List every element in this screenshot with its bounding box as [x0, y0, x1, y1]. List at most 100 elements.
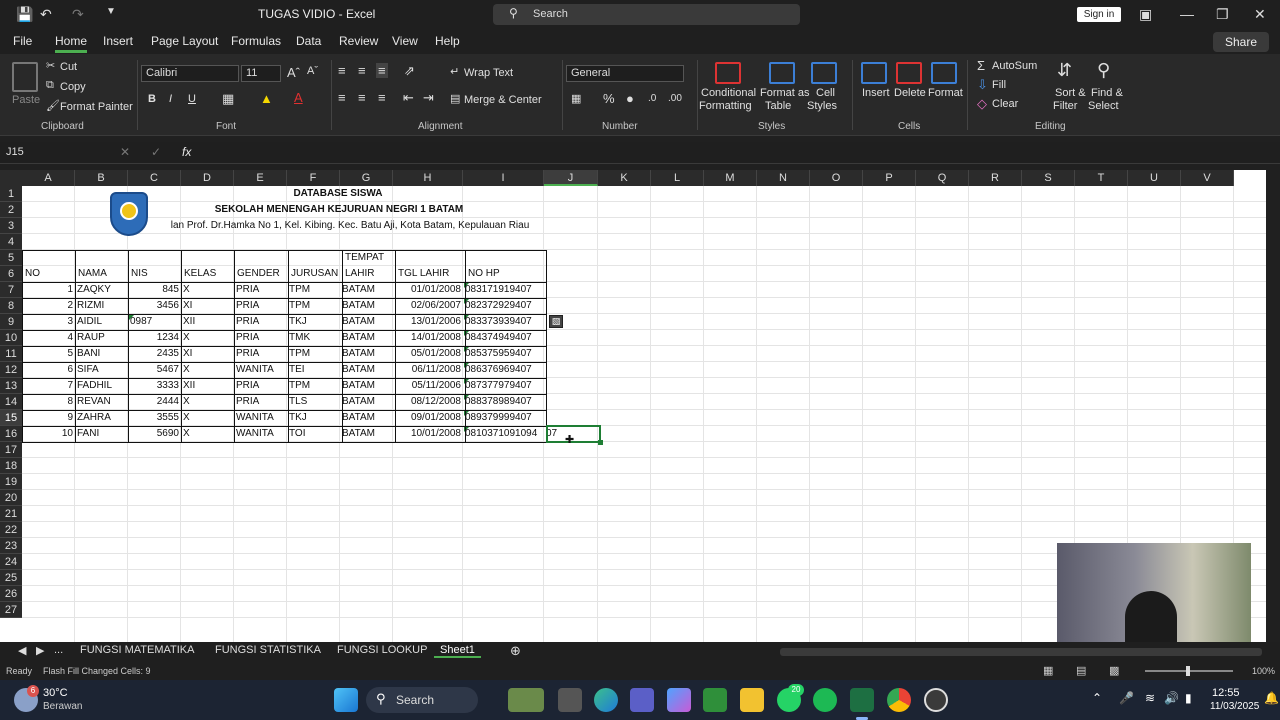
teams-icon[interactable]	[630, 688, 654, 712]
tab-formulas[interactable]: Formulas	[231, 34, 281, 48]
align-bottom-icon[interactable]: ≡	[376, 63, 388, 78]
cell-gender[interactable]: WANITA	[234, 362, 287, 378]
cell-no[interactable]: 10	[22, 426, 75, 442]
row-header[interactable]: 27	[0, 602, 22, 618]
cell-nama[interactable]: FANI	[75, 426, 128, 442]
select-all-corner[interactable]	[0, 170, 22, 186]
borders-icon[interactable]: ▦	[222, 91, 234, 107]
fill-button[interactable]: Fill	[992, 79, 1006, 91]
insert-cells-button[interactable]: Insert	[862, 87, 890, 99]
column-header[interactable]: F	[287, 170, 340, 186]
cell-gender[interactable]: PRIA	[234, 330, 287, 346]
column-header[interactable]: R	[969, 170, 1022, 186]
cell-tgl[interactable]: 01/01/2008	[393, 282, 463, 298]
row-header[interactable]: 8	[0, 298, 22, 314]
cell-hp[interactable]: 0810371091094	[463, 426, 544, 442]
recorder-icon[interactable]	[924, 688, 948, 712]
wrap-text-button[interactable]: Wrap Text	[464, 67, 513, 79]
name-box[interactable]: J15	[3, 144, 89, 162]
chrome-icon[interactable]	[887, 688, 911, 712]
column-header[interactable]: P	[863, 170, 916, 186]
cell-hp[interactable]: 087377979407	[463, 378, 544, 394]
row-header[interactable]: 1	[0, 186, 22, 202]
cell-nis[interactable]: 0987	[128, 314, 181, 330]
cell-hp[interactable]: 088378989407	[463, 394, 544, 410]
increase-indent-icon[interactable]: ⇥	[423, 90, 434, 106]
column-header[interactable]: Q	[916, 170, 969, 186]
edge-icon[interactable]	[594, 688, 618, 712]
cell-nama[interactable]: AIDIL	[75, 314, 128, 330]
save-icon[interactable]: 💾	[16, 6, 33, 23]
cell-gender[interactable]: PRIA	[234, 378, 287, 394]
search-box[interactable]: ⚲ Search	[493, 4, 800, 25]
cell-kelas[interactable]: X	[181, 362, 234, 378]
start-icon[interactable]	[334, 688, 358, 712]
copy-button[interactable]: Copy	[60, 81, 86, 93]
format-cells-button[interactable]: Format	[928, 87, 963, 99]
merge-center-button[interactable]: Merge & Center	[464, 94, 542, 106]
cell-nama[interactable]: RAUP	[75, 330, 128, 346]
row-header[interactable]: 19	[0, 474, 22, 490]
cell-jurusan[interactable]: TPM	[287, 346, 340, 362]
sign-in-button[interactable]: Sign in	[1077, 7, 1121, 22]
column-header[interactable]: O	[810, 170, 863, 186]
cell-nis[interactable]: 3555	[128, 410, 181, 426]
orientation-icon[interactable]: ⇗	[404, 63, 415, 79]
cell-gender[interactable]: WANITA	[234, 410, 287, 426]
insert-function-button[interactable]: fx	[182, 145, 191, 159]
tab-help[interactable]: Help	[435, 34, 460, 48]
tab-view[interactable]: View	[392, 34, 418, 48]
cell-jurusan[interactable]: TPM	[287, 282, 340, 298]
column-header[interactable]: G	[340, 170, 393, 186]
cell-hp[interactable]: 089379999407	[463, 410, 544, 426]
cell-no[interactable]: 4	[22, 330, 75, 346]
cell-nis[interactable]: 845	[128, 282, 181, 298]
file-explorer-icon[interactable]	[740, 688, 764, 712]
cell-tgl[interactable]: 10/01/2008	[393, 426, 463, 442]
page-layout-view-icon[interactable]: ▤	[1076, 664, 1086, 677]
tab-fungsi-matematika[interactable]: FUNGSI MATEMATIKA	[74, 644, 201, 656]
cell-nis[interactable]: 1234	[128, 330, 181, 346]
row-header[interactable]: 25	[0, 570, 22, 586]
cell-jurusan[interactable]: TKJ	[287, 314, 340, 330]
font-size-select[interactable]: 11	[241, 65, 281, 82]
cell-styles-label-2[interactable]: Styles	[807, 100, 837, 112]
cell-tgl[interactable]: 09/01/2008	[393, 410, 463, 426]
tab-review[interactable]: Review	[339, 34, 378, 48]
taskbar-search[interactable]: ⚲ Search	[366, 687, 478, 713]
cell-kelas[interactable]: X	[181, 410, 234, 426]
cell-jurusan[interactable]: TPM	[287, 298, 340, 314]
cell-tempat[interactable]: BATAM	[340, 282, 393, 298]
row-header[interactable]: 22	[0, 522, 22, 538]
cell-tempat[interactable]: BATAM	[340, 410, 393, 426]
column-header[interactable]: S	[1022, 170, 1075, 186]
font-name-select[interactable]: Calibri	[141, 65, 239, 82]
column-header[interactable]: E	[234, 170, 287, 186]
comma-style-icon[interactable]: ●	[626, 91, 634, 106]
vertical-scrollbar[interactable]	[1266, 170, 1280, 644]
conditional-formatting-label-2[interactable]: Formatting	[699, 100, 752, 112]
cell-nama[interactable]: FADHIL	[75, 378, 128, 394]
increase-decimal-icon[interactable]: .0	[648, 93, 656, 104]
cell-nama[interactable]: BANI	[75, 346, 128, 362]
cell-hp[interactable]: 082372929407	[463, 298, 544, 314]
tab-sheet1[interactable]: Sheet1	[434, 644, 481, 658]
align-right-icon[interactable]: ≡	[378, 90, 386, 105]
cell-tempat[interactable]: BATAM	[340, 394, 393, 410]
cell-nis[interactable]: 5467	[128, 362, 181, 378]
cell-hp[interactable]: 084374949407	[463, 330, 544, 346]
clock-time[interactable]: 12:55	[1212, 687, 1240, 699]
share-button[interactable]: Share	[1213, 32, 1269, 52]
task-view-icon[interactable]	[558, 688, 582, 712]
bold-button[interactable]: B	[148, 93, 156, 105]
widgets-icon[interactable]	[508, 688, 544, 712]
cell-jurusan[interactable]: TEI	[287, 362, 340, 378]
column-header[interactable]: C	[128, 170, 181, 186]
copilot-icon[interactable]	[667, 688, 691, 712]
cell-tempat[interactable]: BATAM	[340, 314, 393, 330]
tab-home[interactable]: Home	[55, 34, 88, 53]
tray-chevron-icon[interactable]: ⌃	[1092, 691, 1102, 705]
column-header[interactable]: B	[75, 170, 128, 186]
store-icon[interactable]	[703, 688, 727, 712]
column-header[interactable]: A	[22, 170, 75, 186]
